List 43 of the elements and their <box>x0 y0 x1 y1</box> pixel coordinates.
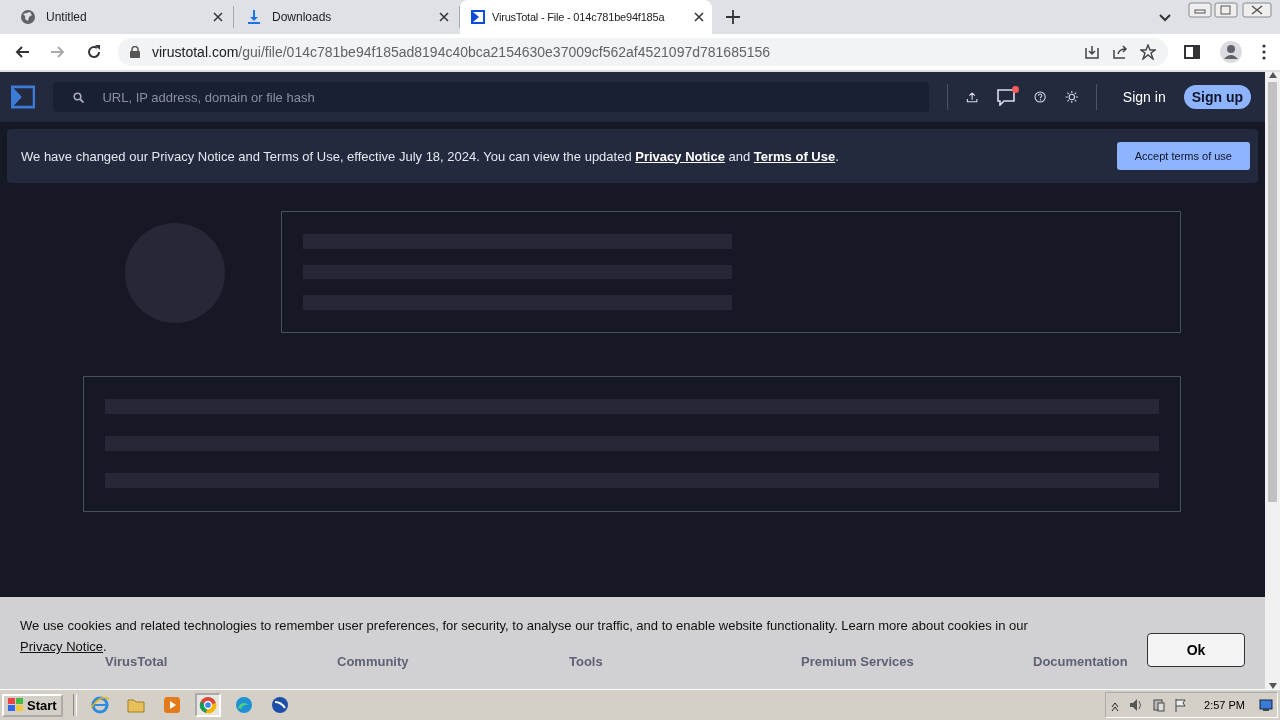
cookie-text: We use cookies and related technologies to remember user preferences, for security, to analyse our traffic, and to enable website functionality. Learn more about cookies in our Privacy Notice. <box>20 617 1029 656</box>
close-icon[interactable] <box>439 12 449 22</box>
start-button[interactable]: Start <box>2 693 63 717</box>
scrollbar[interactable] <box>1265 72 1280 689</box>
footer-heading: Documentation <box>1033 654 1129 669</box>
side-panel-icon[interactable] <box>1184 44 1200 60</box>
accept-terms-button[interactable]: Accept terms of use <box>1116 142 1250 170</box>
footer-heading: Community <box>337 654 410 669</box>
search-icon <box>73 92 85 103</box>
close-icon[interactable] <box>213 12 223 22</box>
browser-tab[interactable]: Untitled <box>8 6 234 28</box>
privacy-notice-link[interactable]: Privacy Notice <box>635 148 725 164</box>
sign-in-button[interactable]: Sign in <box>1122 85 1166 109</box>
install-icon[interactable] <box>1084 44 1100 60</box>
show-desktop-icon[interactable] <box>1259 698 1273 712</box>
close-icon[interactable] <box>694 12 704 22</box>
globe-icon <box>20 9 36 25</box>
windows-logo-icon <box>8 698 24 712</box>
reload-icon[interactable] <box>86 44 102 60</box>
chat-icon[interactable] <box>996 88 1017 106</box>
footer-heading: Premium Services <box>801 654 915 669</box>
star-icon[interactable] <box>1140 44 1156 60</box>
clock: 2:57 PM <box>1204 699 1245 711</box>
back-icon[interactable] <box>14 44 30 60</box>
download-icon <box>246 9 262 25</box>
footer-heading: Tools <box>569 654 604 669</box>
privacy-notice-link[interactable]: Privacy Notice <box>20 639 104 654</box>
lock-icon <box>130 46 140 58</box>
menu-icon[interactable] <box>1262 44 1266 60</box>
window-controls-drawing[interactable] <box>1188 2 1272 18</box>
sigma-logo-icon <box>470 9 486 25</box>
address-bar[interactable]: virustotal.com/gui/file/014c781be94f185ad8194c40bca2154630e37009cf562af4521097d781685156 <box>118 38 1168 66</box>
taskbar-app[interactable] <box>194 693 221 717</box>
notice-text: We have changed our Privacy Notice and Terms of Use, effective July 18, 2024. You can view the updated Privacy Notice and Terms of Use. <box>21 148 839 164</box>
help-icon[interactable] <box>1034 88 1047 106</box>
search-field[interactable]: URL, IP address, domain or file hash <box>53 82 930 112</box>
ok-button[interactable]: Ok <box>1147 633 1245 667</box>
profile-icon[interactable] <box>1220 41 1242 63</box>
browser-tab[interactable]: VirusTotal - File - 014c781be94f185a <box>460 0 712 34</box>
share-icon[interactable] <box>1112 44 1128 60</box>
footer-heading: VirusTotal <box>105 654 169 669</box>
new-tab-icon[interactable] <box>726 10 740 24</box>
sign-up-button[interactable]: Sign up <box>1183 85 1251 109</box>
